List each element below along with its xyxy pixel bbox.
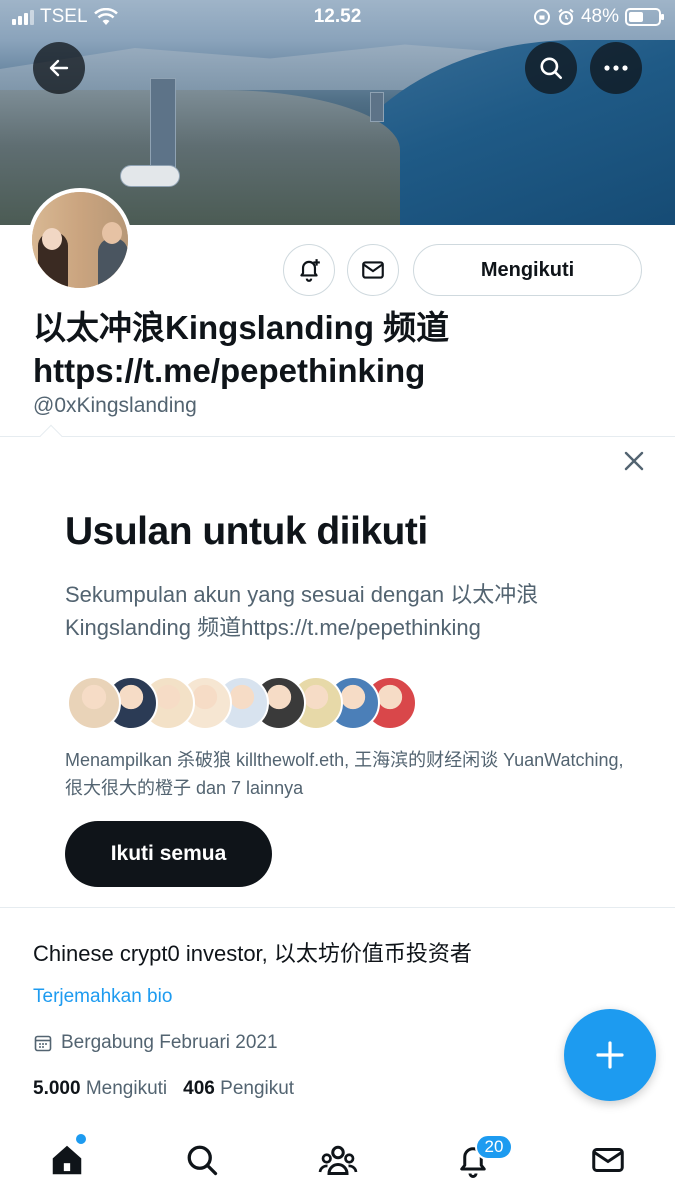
user-handle: @0xKingslanding [33, 394, 197, 417]
alarm-icon [558, 8, 574, 25]
divider [0, 907, 675, 908]
banner-tower [120, 165, 180, 187]
envelope-icon [362, 261, 384, 279]
following-label: Mengikuti [85, 1078, 168, 1099]
follow-all-button[interactable]: Ikuti semua [65, 821, 272, 887]
search-button[interactable] [525, 42, 577, 94]
battery-percent: 48% [580, 6, 619, 27]
suggestions-title: Usulan untuk diikuti [65, 510, 428, 553]
battery-icon [625, 8, 664, 26]
message-button[interactable] [347, 244, 399, 296]
more-button[interactable] [590, 42, 642, 94]
orientation-lock-icon [533, 9, 550, 25]
following-stat[interactable]: 5.000 Mengikuti [33, 1078, 167, 1100]
followers-label: Pengikut [220, 1078, 295, 1099]
home-icon [52, 1145, 82, 1175]
status-bar: TSEL 12.52 48% [0, 0, 675, 36]
notifications-toggle-button[interactable] [283, 244, 335, 296]
banner-tower [150, 78, 176, 173]
joined-date: Bergabung Februari 2021 [33, 1032, 278, 1054]
followers-count: 406 [183, 1078, 215, 1099]
suggested-account-avatar[interactable] [67, 676, 121, 730]
tab-communities[interactable] [316, 1138, 360, 1182]
back-button[interactable] [33, 42, 85, 94]
suggestion-pointer [39, 424, 63, 448]
suggestions-shown-text: Menampilkan 杀破狼 killthewolf.eth, 王海滨的财经闲… [65, 750, 624, 798]
suggestions-description: Sekumpulan akun yang sesuai dengan 以太冲浪 … [65, 582, 539, 640]
following-button[interactable]: Mengikuti [413, 244, 642, 296]
home-unread-dot [76, 1134, 86, 1144]
bottom-tab-bar [0, 1118, 675, 1200]
bell-plus-icon [300, 259, 320, 282]
translate-bio-link[interactable]: Terjemahkan bio [33, 986, 172, 1008]
banner-tower [370, 92, 384, 122]
plus-icon [596, 1041, 624, 1069]
tab-home[interactable] [45, 1138, 89, 1182]
profile-avatar[interactable] [28, 188, 132, 292]
tab-messages[interactable] [586, 1138, 630, 1182]
divider [0, 436, 675, 437]
calendar-icon [34, 1035, 52, 1052]
followers-stat[interactable]: 406 Pengikut [183, 1078, 294, 1100]
arrow-left-icon [49, 59, 69, 77]
following-count: 5.000 [33, 1078, 81, 1099]
envelope-icon [592, 1148, 624, 1172]
joined-label: Bergabung Februari 2021 [61, 1032, 278, 1053]
tab-explore[interactable] [180, 1138, 224, 1182]
more-icon [604, 65, 628, 71]
close-icon [624, 451, 644, 471]
follow-stats: 5.000 Mengikuti 406 Pengikut [33, 1078, 294, 1100]
people-icon [318, 1145, 358, 1175]
display-name: 以太冲浪Kingslanding 频道https://t.me/pepethin… [33, 309, 450, 389]
close-suggestions-button[interactable] [620, 447, 648, 475]
bio-text: Chinese crypt0 investor, 以太坊价值币投资者 [33, 941, 472, 966]
search-icon [540, 57, 563, 80]
notifications-badge: 20 [475, 1134, 513, 1160]
search-icon [187, 1145, 218, 1176]
suggested-avatars[interactable] [67, 676, 417, 730]
compose-button[interactable] [564, 1009, 656, 1101]
